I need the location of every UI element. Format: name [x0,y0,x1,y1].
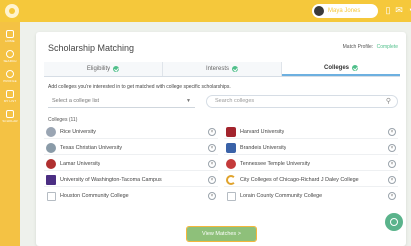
mail-icon[interactable]: ✉ [395,4,403,17]
college-chip: Rice University × [44,126,218,139]
sidebar-item-scholarships[interactable]: SCHOLAR [0,108,20,126]
college-logo-icon [46,159,56,169]
college-name: Rice University [60,129,96,135]
tab-label: Colleges [323,65,349,71]
college-name: Houston Community College [60,193,129,199]
college-logo-icon [46,143,56,153]
college-chip: University of Washington-Tacoma Campus × [44,174,218,187]
remove-icon[interactable]: × [208,160,216,168]
remove-icon[interactable]: × [388,128,396,136]
tab-label: Eligibility [86,66,111,72]
college-chip: Harvard University × [224,126,398,139]
tab-eligibility[interactable]: Eligibility [44,62,163,76]
college-logo-icon [226,175,236,185]
tab-label: Interests [205,66,229,72]
college-logo-icon [226,143,236,153]
chat-button[interactable] [385,213,403,231]
remove-icon[interactable]: × [208,144,216,152]
college-chip: Houston Community College × [44,190,218,202]
sidebar: HOME SEARCH PROFILE MY LIST SCHOLAR [0,22,20,246]
document-icon[interactable]: ▯ [384,4,392,17]
tab-bar: Eligibility Interests Colleges [44,62,400,77]
college-name: Brandeis University [240,145,287,151]
sidebar-item-label: HOME [5,39,15,43]
top-bar: Maya Jones ▯ ✉ ◔ [0,0,411,22]
profile-icon [6,70,14,78]
search-icon: ⚲ [385,98,391,105]
sidebar-item-label: MY LIST [3,99,17,103]
user-name: Maya Jones [328,8,361,14]
college-chip: Texas Christian University × [44,142,218,155]
home-icon [6,30,14,38]
checkbox[interactable] [227,191,236,201]
sidebar-item-my-list[interactable]: MY LIST [0,88,20,106]
check-circle-icon [352,65,358,71]
instructions-text: Add colleges you're interested in to get… [48,84,231,90]
college-logo-icon [46,175,56,185]
avatar [314,6,324,16]
college-name: Lorain County Community College [240,193,323,199]
search-icon [6,50,14,58]
remove-icon[interactable]: × [388,160,396,168]
caret-down-icon: ▼ [186,98,191,104]
college-chip: City Colleges of Chicago-Richard J Daley… [224,174,398,187]
remove-icon[interactable]: × [388,144,396,152]
sidebar-item-profile[interactable]: PROFILE [0,68,20,86]
remove-icon[interactable]: × [208,192,216,200]
college-logo-icon [226,127,236,137]
user-menu[interactable]: Maya Jones [312,4,378,18]
check-circle-icon [232,66,238,72]
bell-icon[interactable]: ◔ [406,4,411,17]
match-profile-value: Complete [376,44,398,50]
scholarship-matching-card: Scholarship Matching Match Profile: Comp… [36,32,406,246]
college-name: Texas Christian University [60,145,123,151]
search-placeholder: Search colleges [215,98,255,104]
college-search-input[interactable]: Search colleges ⚲ [206,95,398,108]
logo-icon[interactable] [5,4,19,18]
college-list-select[interactable]: Select a college list ▼ [48,95,195,108]
college-chip: Lorain County Community College × [224,190,398,202]
tab-interests[interactable]: Interests [163,62,282,76]
tab-colleges[interactable]: Colleges [282,62,400,76]
college-chip: Brandeis University × [224,142,398,155]
colleges-count: Colleges (11) [48,117,78,123]
remove-icon[interactable]: × [388,176,396,184]
college-name: Harvard University [240,129,285,135]
sidebar-item-label: SCHOLAR [2,119,18,123]
college-chip: Lamar University × [44,158,218,171]
college-name: City Colleges of Chicago-Richard J Daley… [240,177,359,183]
chat-icon [390,218,398,226]
college-list-placeholder: Select a college list [52,98,100,104]
remove-icon[interactable]: × [208,176,216,184]
page-title: Scholarship Matching [48,43,135,53]
remove-icon[interactable]: × [208,128,216,136]
sidebar-item-label: SEARCH [3,59,17,63]
check-circle-icon [113,66,120,72]
college-name: Lamar University [60,161,101,167]
list-icon [6,90,14,98]
remove-icon[interactable]: × [388,192,396,200]
college-logo-icon [46,127,56,137]
sidebar-item-search[interactable]: SEARCH [0,48,20,66]
match-profile-label: Match Profile: [342,44,374,50]
view-matches-button[interactable]: View Matches > [186,226,257,242]
college-name: University of Washington-Tacoma Campus [60,177,162,183]
scholarship-icon [6,110,14,118]
match-profile-status: Match Profile: Complete [343,44,398,50]
college-chip: Tennessee Temple University × [224,158,398,171]
sidebar-item-label: PROFILE [3,79,17,83]
checkbox[interactable] [47,191,56,201]
college-name: Tennessee Temple University [240,161,311,167]
college-logo-icon [226,159,236,169]
sidebar-item-home[interactable]: HOME [0,28,20,46]
